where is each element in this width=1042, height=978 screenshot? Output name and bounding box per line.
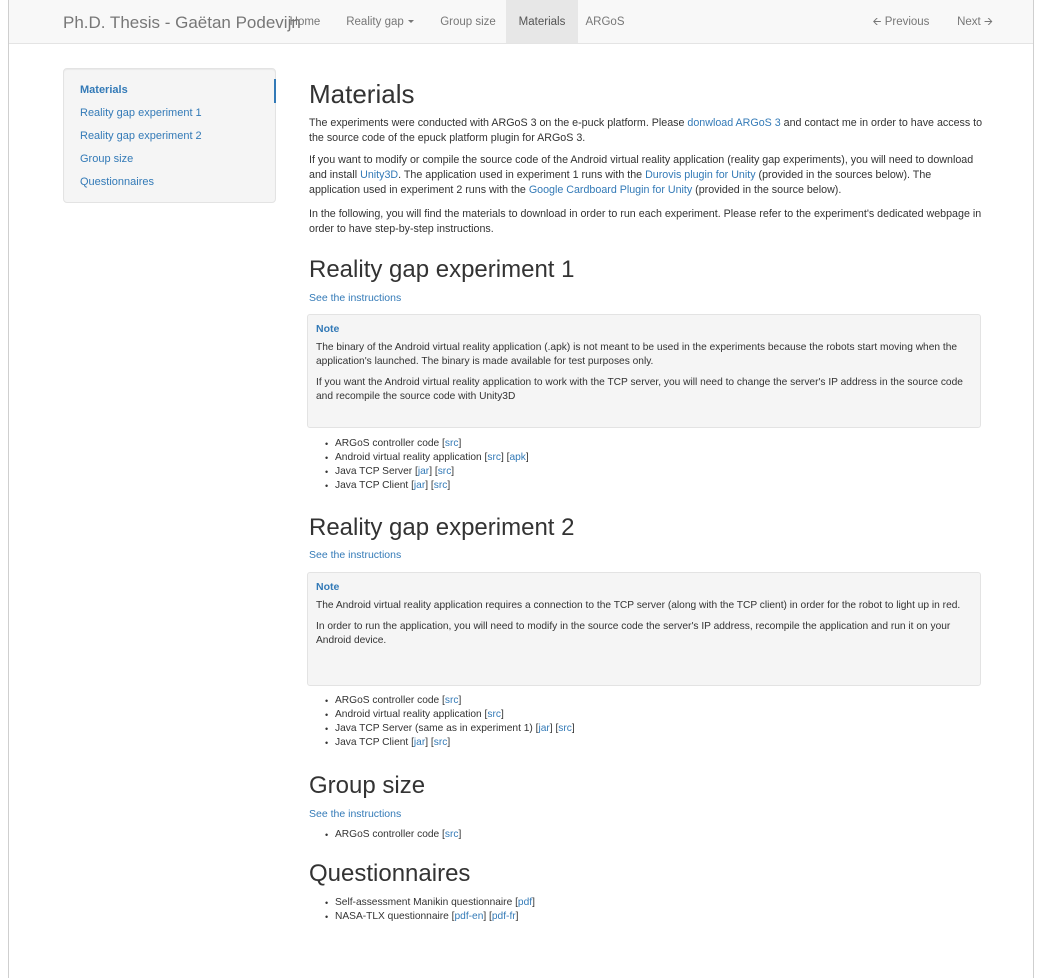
active-indicator <box>274 79 276 103</box>
next-link[interactable]: Next 🡪 <box>949 0 1001 43</box>
intro-paragraph-2: If you want to modify or compile the sou… <box>309 153 985 198</box>
sidebar-item-questionnaires[interactable]: Questionnaires <box>80 176 154 188</box>
intro1-text-a: The experiments were conducted with ARGo… <box>309 117 688 129</box>
jar-link[interactable]: jar <box>414 737 425 748</box>
jar-link[interactable]: jar <box>414 480 425 491</box>
intro-paragraph-1: The experiments were conducted with ARGo… <box>309 116 985 146</box>
exp1-file-list: ARGoS controller code [src] Android virt… <box>325 437 529 493</box>
previous-link[interactable]: 🡨 Previous <box>865 0 937 43</box>
heading-reality-gap-1: Reality gap experiment 1 <box>309 256 575 283</box>
intro2-text-b: . The application used in experiment 1 r… <box>398 169 646 181</box>
item-text: ARGoS controller code <box>335 695 443 706</box>
nav-materials[interactable]: Materials <box>506 0 578 43</box>
exp2-note: Note The Android virtual reality applica… <box>307 572 981 686</box>
exp2-note-title: Note <box>316 581 340 593</box>
src-link[interactable]: src <box>434 480 448 491</box>
list-item: Java TCP Client [jar] [src] <box>325 479 529 493</box>
pdf-link[interactable]: pdf <box>518 897 532 908</box>
nav-reality-gap[interactable]: Reality gap <box>338 0 422 43</box>
page-title: Materials <box>309 79 415 109</box>
list-item: Java TCP Server [jar] [src] <box>325 465 529 479</box>
sidebar-item-reality-gap-1[interactable]: Reality gap experiment 1 <box>80 107 202 119</box>
apk-link[interactable]: apk <box>509 452 525 463</box>
list-item: Java TCP Server (same as in experiment 1… <box>325 722 575 736</box>
nav-group-size[interactable]: Group size <box>432 0 504 43</box>
item-text: Android virtual reality application <box>335 452 485 463</box>
durovis-plugin-link[interactable]: Durovis plugin for Unity <box>645 169 755 181</box>
list-item: Android virtual reality application [src… <box>325 451 529 465</box>
exp2-instructions-link[interactable]: See the instructions <box>309 549 401 561</box>
unity3d-link[interactable]: Unity3D <box>360 169 398 181</box>
next-label: Next <box>957 16 981 28</box>
list-item: Self-assessment Manikin questionnaire [p… <box>325 896 535 910</box>
src-link[interactable]: src <box>487 452 501 463</box>
list-item: ARGoS controller code [src] <box>325 437 529 451</box>
download-argos-link[interactable]: donwload ARGoS 3 <box>687 117 780 129</box>
item-text: ARGoS controller code <box>335 829 443 840</box>
exp1-note-p1: The binary of the Android virtual realit… <box>316 342 958 367</box>
list-item: ARGoS controller code [src] <box>325 694 575 708</box>
heading-reality-gap-2: Reality gap experiment 2 <box>309 514 575 541</box>
list-item: NASA-TLX questionnaire [pdf-en] [pdf-fr] <box>325 910 535 924</box>
navbar: Ph.D. Thesis - Gaëtan Podevijn Home Real… <box>9 0 1033 44</box>
item-text: Java TCP Server <box>335 466 416 477</box>
src-link[interactable]: src <box>445 829 459 840</box>
exp2-note-p2: In order to run the application, you wil… <box>316 621 951 646</box>
item-text: Java TCP Server (same as in experiment 1… <box>335 723 536 734</box>
cardboard-plugin-link[interactable]: Google Cardboard Plugin for Unity <box>529 184 692 196</box>
src-link[interactable]: src <box>445 438 459 449</box>
exp1-instructions-link[interactable]: See the instructions <box>309 292 401 304</box>
src-link[interactable]: src <box>438 466 452 477</box>
jar-link[interactable]: jar <box>538 723 549 734</box>
item-text: Android virtual reality application <box>335 709 485 720</box>
nav-reality-gap-label: Reality gap <box>346 16 404 28</box>
sidebar-item-group-size[interactable]: Group size <box>80 153 133 165</box>
item-text: Java TCP Client <box>335 737 412 748</box>
heading-group-size: Group size <box>309 772 426 799</box>
previous-label: Previous <box>884 16 930 28</box>
item-text: NASA-TLX questionnaire <box>335 911 452 922</box>
list-item: Android virtual reality application [src… <box>325 708 575 722</box>
src-link[interactable]: src <box>434 737 448 748</box>
sidebar-item-reality-gap-2[interactable]: Reality gap experiment 2 <box>80 130 202 142</box>
exp2-file-list: ARGoS controller code [src] Android virt… <box>325 694 575 750</box>
item-text: ARGoS controller code <box>335 438 443 449</box>
src-link[interactable]: src <box>558 723 572 734</box>
caret-down-icon <box>407 20 414 24</box>
exp2-note-p1: The Android virtual reality application … <box>316 600 961 611</box>
src-link[interactable]: src <box>445 695 459 706</box>
nav-argos[interactable]: ARGoS <box>581 0 629 43</box>
exp1-note-title: Note <box>316 323 340 335</box>
item-text: Java TCP Client <box>335 480 412 491</box>
heading-questionnaires: Questionnaires <box>309 860 471 887</box>
list-item: Java TCP Client [jar] [src] <box>325 736 575 750</box>
intro-paragraph-3: In the following, you will find the mate… <box>309 208 982 235</box>
group-instructions-link[interactable]: See the instructions <box>309 808 401 820</box>
group-file-list: ARGoS controller code [src] <box>325 828 461 842</box>
pdf-fr-link[interactable]: pdf-fr <box>492 911 516 922</box>
arrow-right-icon: 🡪 <box>983 16 993 28</box>
sidebar-item-materials[interactable]: Materials <box>80 84 128 96</box>
nav-home[interactable]: Home <box>280 0 330 43</box>
exp1-note: Note The binary of the Android virtual r… <box>307 314 981 428</box>
exp1-note-p2: If you want the Android virtual reality … <box>316 377 963 402</box>
questionnaire-list: Self-assessment Manikin questionnaire [p… <box>325 896 535 924</box>
jar-link[interactable]: jar <box>418 466 429 477</box>
arrow-left-icon: 🡨 <box>872 16 882 28</box>
src-link[interactable]: src <box>487 709 501 720</box>
list-item: ARGoS controller code [src] <box>325 828 461 842</box>
pdf-en-link[interactable]: pdf-en <box>455 911 484 922</box>
side-navigation: Materials Reality gap experiment 1 Reali… <box>63 68 276 203</box>
brand-link[interactable]: Ph.D. Thesis - Gaëtan Podevijn <box>63 13 301 33</box>
intro2-text-d: (provided in the source below). <box>692 184 842 196</box>
item-text: Self-assessment Manikin questionnaire <box>335 897 516 908</box>
